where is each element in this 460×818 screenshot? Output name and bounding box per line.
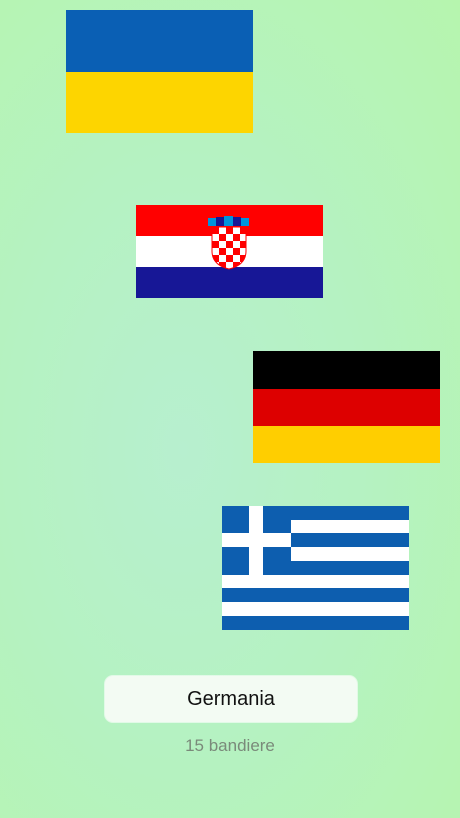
- germany-flag-icon: [253, 351, 440, 463]
- flag-ukraine-option[interactable]: [66, 10, 253, 133]
- flag-germany-option[interactable]: [253, 351, 440, 463]
- flag-croatia-option[interactable]: [136, 205, 323, 298]
- croatia-flag-icon: [136, 205, 323, 298]
- answer-button[interactable]: Germania: [105, 676, 357, 722]
- flag-greece-option[interactable]: [222, 506, 409, 630]
- answer-label: Germania: [187, 687, 275, 710]
- greece-flag-icon: [222, 506, 409, 630]
- ukraine-flag-icon: [66, 10, 253, 133]
- flag-counter: 15 bandiere: [185, 736, 275, 755]
